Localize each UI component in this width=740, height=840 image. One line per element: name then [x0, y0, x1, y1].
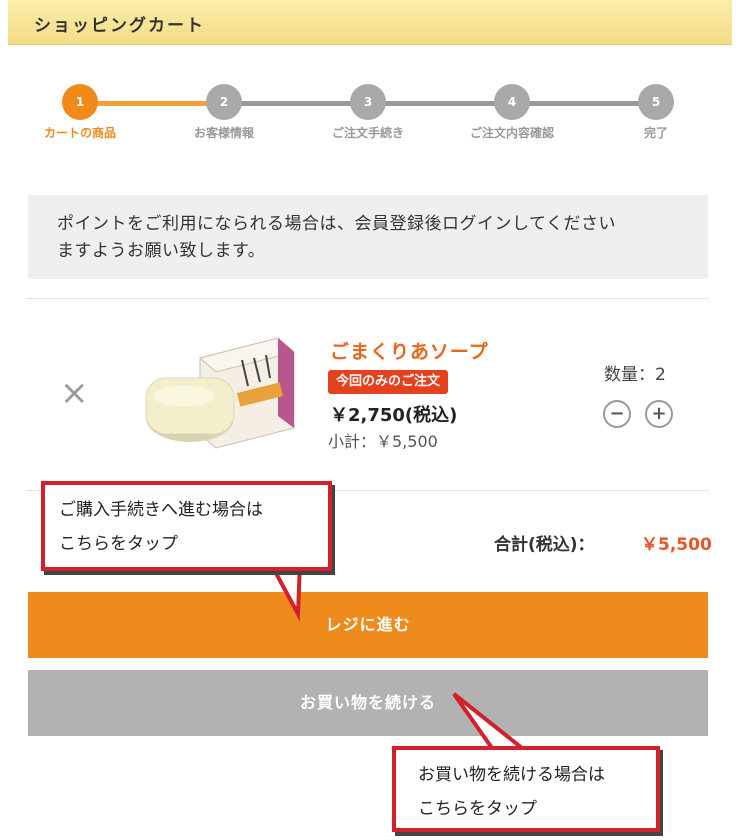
step-4: 4 ご注文内容確認: [452, 84, 572, 141]
product-image: [145, 337, 296, 449]
continue-shopping-button[interactable]: お買い物を続ける: [28, 670, 708, 736]
callout-text-line-1: ご購入手続きへ進む場合は: [59, 500, 263, 520]
product-price: ￥2,750(税込): [330, 405, 458, 426]
quantity-label: 数量：2: [604, 365, 666, 385]
callout-text-line-1: お買い物を続ける場合は: [418, 765, 605, 785]
step-number: 5: [638, 84, 674, 120]
step-3: 3 ご注文手続き: [308, 84, 428, 141]
notice-line-1: ポイントをご利用になられる場合は、会員登録後ログインしてください: [57, 214, 616, 234]
step-label: ご注文内容確認: [469, 126, 554, 140]
points-notice: ポイントをご利用になられる場合は、会員登録後ログインしてください ますようお願い…: [28, 195, 708, 279]
total-value: ￥5,500: [641, 535, 712, 555]
callout-pointer: [452, 692, 528, 754]
notice-text: ポイントをご利用になられる場合は、会員登録後ログインしてください ますようお願い…: [57, 211, 697, 265]
step-5: 5 完了: [596, 84, 716, 141]
total-label: 合計(税込)：: [494, 535, 595, 555]
step-label: 完了: [643, 126, 668, 140]
product-name[interactable]: ごまくりあソープ: [330, 337, 489, 364]
checkout-progress: 1 カートの商品 2 お客様情報 3 ご注文手続き 4 ご注文内容確認 5 完了: [0, 80, 740, 160]
callout-text-line-2: こちらをタップ: [418, 799, 537, 819]
step-number: 4: [494, 84, 530, 120]
progress-line-rest: [224, 101, 656, 106]
increase-quantity-button[interactable]: +: [645, 400, 673, 428]
item-subtotal: 小計：￥5,500: [328, 432, 438, 451]
order-type-badge: 今回のみのご注文: [328, 370, 449, 394]
divider: [28, 298, 708, 299]
step-number: 1: [62, 84, 98, 120]
notice-line-2: ますようお願い致します。: [57, 241, 266, 261]
step-label: カートの商品: [43, 126, 116, 140]
continue-callout: お買い物を続ける場合は こちらをタップ: [392, 746, 660, 832]
callout-text-line-2: こちらをタップ: [59, 534, 178, 554]
minus-icon: −: [609, 403, 625, 424]
decrease-quantity-button[interactable]: −: [603, 400, 631, 428]
step-number: 2: [206, 84, 242, 120]
remove-item-icon[interactable]: ×: [60, 376, 89, 410]
checkout-callout: ご購入手続きへ進む場合は こちらをタップ: [41, 481, 332, 571]
step-label: ご注文手続き: [331, 126, 404, 140]
step-label: お客様情報: [193, 126, 254, 140]
step-2: 2 お客様情報: [164, 84, 284, 141]
page-header: ショッピングカート: [8, 0, 732, 45]
page-title: ショッピングカート: [34, 16, 205, 36]
plus-icon: +: [651, 403, 667, 424]
checkout-button[interactable]: レジに進む: [28, 592, 708, 658]
step-1: 1 カートの商品: [20, 84, 140, 141]
step-number: 3: [350, 84, 386, 120]
